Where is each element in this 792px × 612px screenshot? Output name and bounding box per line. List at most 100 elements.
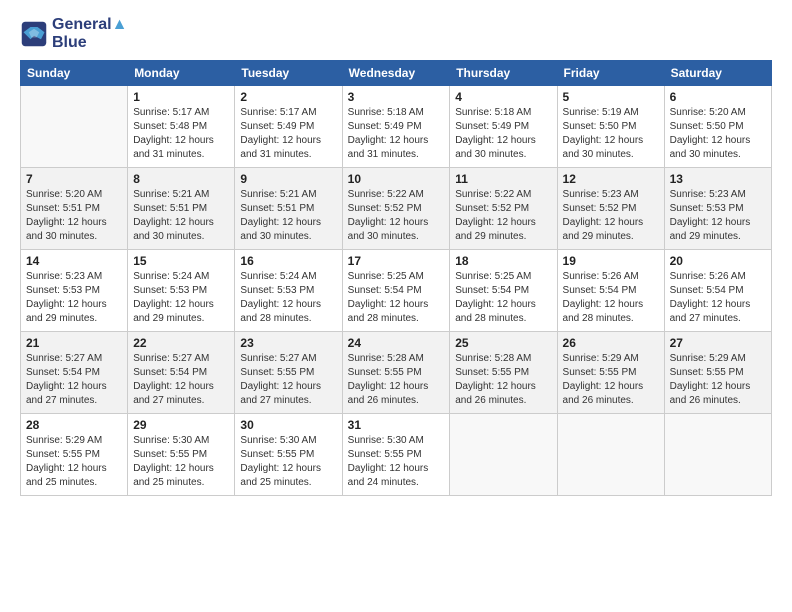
calendar-cell: 3 Sunrise: 5:18 AMSunset: 5:49 PMDaylight…: [342, 86, 450, 168]
calendar-cell: 30Sunrise: 5:30 AMSunset: 5:55 PMDayligh…: [235, 414, 342, 496]
day-number: 17: [348, 254, 445, 268]
day-info: Sunrise: 5:30 AMSunset: 5:55 PMDaylight:…: [348, 434, 445, 490]
day-info: Sunrise: 5:21 AMSunset: 5:51 PMDaylight:…: [133, 188, 229, 244]
calendar-header-row: SundayMondayTuesdayWednesdayThursdayFrid…: [21, 61, 772, 86]
day-number: 26: [563, 336, 659, 350]
day-number: 1: [133, 90, 229, 104]
calendar-cell: 5Sunrise: 5:19 AMSunset: 5:50 PMDaylight…: [557, 86, 664, 168]
calendar-week-row: 1 Sunrise: 5:17 AMSunset: 5:48 PMDaylight…: [21, 86, 772, 168]
calendar-cell: 31 Sunrise: 5:30 AMSunset: 5:55 PMDayligh…: [342, 414, 450, 496]
calendar-header-cell: Monday: [128, 61, 235, 86]
calendar-cell: 28 Sunrise: 5:29 AMSunset: 5:55 PMDayligh…: [21, 414, 128, 496]
page-header: General▲ Blue: [20, 16, 772, 52]
day-number: 16: [240, 254, 336, 268]
day-info: Sunrise: 5:19 AMSunset: 5:50 PMDaylight:…: [563, 106, 659, 162]
day-info: Sunrise: 5:25 AMSunset: 5:54 PMDaylight:…: [455, 270, 551, 326]
logo: General▲ Blue: [20, 16, 127, 52]
calendar-cell: 26 Sunrise: 5:29 AMSunset: 5:55 PMDayligh…: [557, 332, 664, 414]
day-info: Sunrise: 5:24 AMSunset: 5:53 PMDaylight:…: [240, 270, 336, 326]
day-info: Sunrise: 5:18 AMSunset: 5:49 PMDaylight:…: [455, 106, 551, 162]
calendar-cell: 7Sunrise: 5:20 AMSunset: 5:51 PMDaylight…: [21, 168, 128, 250]
day-info: Sunrise: 5:23 AMSunset: 5:53 PMDaylight:…: [26, 270, 122, 326]
day-number: 20: [670, 254, 766, 268]
day-info: Sunrise: 5:17 AMSunset: 5:48 PMDaylight:…: [133, 106, 229, 162]
calendar-cell: 17 Sunrise: 5:25 AMSunset: 5:54 PMDayligh…: [342, 250, 450, 332]
day-info: Sunrise: 5:18 AMSunset: 5:49 PMDaylight:…: [348, 106, 445, 162]
day-info: Sunrise: 5:26 AMSunset: 5:54 PMDaylight:…: [563, 270, 659, 326]
day-number: 12: [563, 172, 659, 186]
day-info: Sunrise: 5:23 AMSunset: 5:53 PMDaylight:…: [670, 188, 766, 244]
calendar-cell: 2 Sunrise: 5:17 AMSunset: 5:49 PMDaylight…: [235, 86, 342, 168]
calendar-week-row: 21 Sunrise: 5:27 AMSunset: 5:54 PMDayligh…: [21, 332, 772, 414]
calendar-cell: 16 Sunrise: 5:24 AMSunset: 5:53 PMDayligh…: [235, 250, 342, 332]
calendar-cell: 12 Sunrise: 5:23 AMSunset: 5:52 PMDayligh…: [557, 168, 664, 250]
day-info: Sunrise: 5:27 AMSunset: 5:54 PMDaylight:…: [26, 352, 122, 408]
day-info: Sunrise: 5:29 AMSunset: 5:55 PMDaylight:…: [563, 352, 659, 408]
calendar-cell: 4 Sunrise: 5:18 AMSunset: 5:49 PMDaylight…: [450, 86, 557, 168]
day-number: 6: [670, 90, 766, 104]
calendar-cell: 8 Sunrise: 5:21 AMSunset: 5:51 PMDaylight…: [128, 168, 235, 250]
day-info: Sunrise: 5:28 AMSunset: 5:55 PMDaylight:…: [455, 352, 551, 408]
day-info: Sunrise: 5:26 AMSunset: 5:54 PMDaylight:…: [670, 270, 766, 326]
day-info: Sunrise: 5:22 AMSunset: 5:52 PMDaylight:…: [455, 188, 551, 244]
day-info: Sunrise: 5:23 AMSunset: 5:52 PMDaylight:…: [563, 188, 659, 244]
calendar-cell: [21, 86, 128, 168]
day-info: Sunrise: 5:17 AMSunset: 5:49 PMDaylight:…: [240, 106, 336, 162]
day-number: 28: [26, 418, 122, 432]
calendar-cell: [450, 414, 557, 496]
day-number: 7: [26, 172, 122, 186]
calendar-week-row: 28 Sunrise: 5:29 AMSunset: 5:55 PMDayligh…: [21, 414, 772, 496]
day-number: 31: [348, 418, 445, 432]
day-number: 22: [133, 336, 229, 350]
calendar-cell: 14 Sunrise: 5:23 AMSunset: 5:53 PMDayligh…: [21, 250, 128, 332]
logo-icon: [20, 20, 48, 48]
day-number: 2: [240, 90, 336, 104]
calendar-cell: 9 Sunrise: 5:21 AMSunset: 5:51 PMDaylight…: [235, 168, 342, 250]
day-number: 30: [240, 418, 336, 432]
calendar-table: SundayMondayTuesdayWednesdayThursdayFrid…: [20, 60, 772, 496]
day-number: 29: [133, 418, 229, 432]
day-number: 15: [133, 254, 229, 268]
day-info: Sunrise: 5:27 AMSunset: 5:55 PMDaylight:…: [240, 352, 336, 408]
day-number: 3: [348, 90, 445, 104]
day-number: 24: [348, 336, 445, 350]
day-info: Sunrise: 5:24 AMSunset: 5:53 PMDaylight:…: [133, 270, 229, 326]
calendar-header-cell: Thursday: [450, 61, 557, 86]
calendar-cell: 23 Sunrise: 5:27 AMSunset: 5:55 PMDayligh…: [235, 332, 342, 414]
calendar-cell: 29 Sunrise: 5:30 AMSunset: 5:55 PMDayligh…: [128, 414, 235, 496]
day-number: 14: [26, 254, 122, 268]
calendar-cell: 27Sunrise: 5:29 AMSunset: 5:55 PMDayligh…: [664, 332, 771, 414]
day-info: Sunrise: 5:21 AMSunset: 5:51 PMDaylight:…: [240, 188, 336, 244]
calendar-week-row: 14 Sunrise: 5:23 AMSunset: 5:53 PMDayligh…: [21, 250, 772, 332]
day-number: 9: [240, 172, 336, 186]
calendar-cell: 15 Sunrise: 5:24 AMSunset: 5:53 PMDayligh…: [128, 250, 235, 332]
calendar-cell: 13 Sunrise: 5:23 AMSunset: 5:53 PMDayligh…: [664, 168, 771, 250]
calendar-cell: [557, 414, 664, 496]
calendar-cell: 6 Sunrise: 5:20 AMSunset: 5:50 PMDaylight…: [664, 86, 771, 168]
day-info: Sunrise: 5:20 AMSunset: 5:50 PMDaylight:…: [670, 106, 766, 162]
day-number: 25: [455, 336, 551, 350]
day-number: 8: [133, 172, 229, 186]
day-info: Sunrise: 5:28 AMSunset: 5:55 PMDaylight:…: [348, 352, 445, 408]
day-info: Sunrise: 5:22 AMSunset: 5:52 PMDaylight:…: [348, 188, 445, 244]
calendar-cell: [664, 414, 771, 496]
day-number: 11: [455, 172, 551, 186]
calendar-cell: 11 Sunrise: 5:22 AMSunset: 5:52 PMDayligh…: [450, 168, 557, 250]
calendar-cell: 24 Sunrise: 5:28 AMSunset: 5:55 PMDayligh…: [342, 332, 450, 414]
day-number: 19: [563, 254, 659, 268]
day-info: Sunrise: 5:29 AMSunset: 5:55 PMDaylight:…: [26, 434, 122, 490]
calendar-header-cell: Wednesday: [342, 61, 450, 86]
day-number: 4: [455, 90, 551, 104]
calendar-header-cell: Sunday: [21, 61, 128, 86]
calendar-cell: 25 Sunrise: 5:28 AMSunset: 5:55 PMDayligh…: [450, 332, 557, 414]
calendar-cell: 18Sunrise: 5:25 AMSunset: 5:54 PMDayligh…: [450, 250, 557, 332]
day-number: 21: [26, 336, 122, 350]
calendar-cell: 1 Sunrise: 5:17 AMSunset: 5:48 PMDaylight…: [128, 86, 235, 168]
calendar-header-cell: Tuesday: [235, 61, 342, 86]
day-info: Sunrise: 5:30 AMSunset: 5:55 PMDaylight:…: [133, 434, 229, 490]
day-info: Sunrise: 5:25 AMSunset: 5:54 PMDaylight:…: [348, 270, 445, 326]
calendar-cell: 19 Sunrise: 5:26 AMSunset: 5:54 PMDayligh…: [557, 250, 664, 332]
calendar-cell: 10Sunrise: 5:22 AMSunset: 5:52 PMDayligh…: [342, 168, 450, 250]
day-number: 13: [670, 172, 766, 186]
day-number: 23: [240, 336, 336, 350]
